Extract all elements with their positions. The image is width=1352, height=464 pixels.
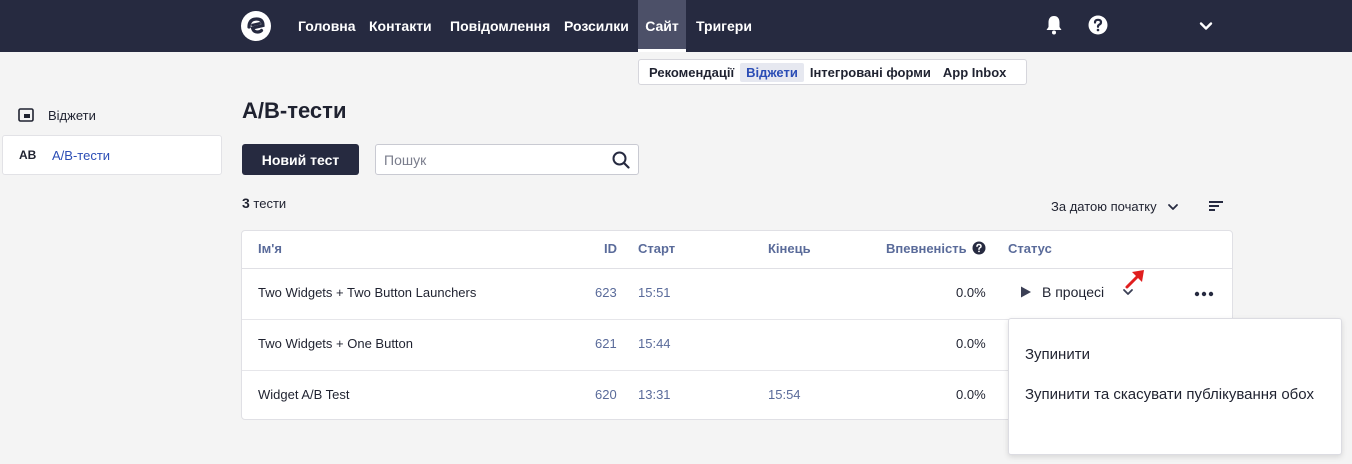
table-row[interactable]: Two Widgets + Two Button Launchers 623 1… (242, 269, 1232, 320)
top-nav: Головна Контакти Повідомлення Розсилки С… (0, 0, 1352, 52)
nav-messages[interactable]: Повідомлення (442, 0, 558, 52)
cell-confidence: 0.0% (956, 336, 986, 351)
col-header-start[interactable]: Старт (638, 241, 675, 256)
cell-start: 15:51 (638, 285, 671, 300)
cell-start: 13:31 (638, 387, 671, 402)
subnav-app-inbox[interactable]: App Inbox (937, 63, 1013, 82)
cell-name[interactable]: Widget A/B Test (258, 387, 350, 402)
menu-item-stop-unpublish[interactable]: Зупинити та скасувати публікування обох (1025, 383, 1325, 407)
col-header-end[interactable]: Кінець (768, 241, 811, 256)
sidebar-item-widgets[interactable]: Віджети (2, 95, 222, 135)
sidebar-item-ab-tests[interactable]: AB A/B-тести (2, 135, 222, 175)
chevron-down-icon[interactable] (1198, 18, 1214, 34)
cell-name[interactable]: Two Widgets + One Button (258, 336, 413, 351)
subnav-recommendations[interactable]: Рекомендації (643, 63, 740, 82)
cell-end: 15:54 (768, 387, 801, 402)
cell-name[interactable]: Two Widgets + Two Button Launchers (258, 285, 476, 300)
nav-contacts[interactable]: Контакти (361, 0, 440, 52)
sort-order-icon[interactable] (1209, 200, 1223, 212)
col-header-confidence[interactable]: Впевненість (886, 241, 967, 256)
search-input[interactable] (384, 150, 604, 170)
cell-confidence: 0.0% (956, 387, 986, 402)
subnav-widgets[interactable]: Віджети (740, 62, 804, 82)
sidebar-item-label: A/B-тести (52, 147, 111, 163)
status-select[interactable]: В процесі (1020, 284, 1134, 300)
nav-site[interactable]: Сайт (638, 0, 686, 52)
tests-count-number: 3 (242, 195, 250, 211)
help-icon[interactable] (1088, 15, 1108, 35)
cell-id: 623 (595, 285, 617, 300)
nav-campaigns[interactable]: Розсилки (556, 0, 637, 52)
widget-icon (18, 108, 48, 122)
tests-count: 3 тести (242, 195, 286, 211)
cell-id: 621 (595, 336, 617, 351)
sort-select[interactable]: За датою початку (1051, 199, 1179, 214)
ab-badge: AB (19, 148, 37, 162)
cell-id: 620 (595, 387, 617, 402)
nav-home[interactable]: Головна (290, 0, 364, 52)
subnav-embedded-forms[interactable]: Інтегровані форми (804, 63, 937, 82)
cell-start: 15:44 (638, 336, 671, 351)
cell-confidence: 0.0% (956, 285, 986, 300)
col-header-id[interactable]: ID (604, 241, 617, 256)
status-dropdown-menu: Зупинити Зупинити та скасувати публікува… (1008, 318, 1342, 455)
app-logo-icon[interactable] (240, 10, 272, 42)
new-test-button[interactable]: Новий тест (242, 144, 359, 175)
tests-count-label: тести (253, 196, 287, 211)
chevron-down-icon (1167, 203, 1178, 210)
sidebar-item-label: Віджети (48, 107, 96, 123)
col-header-status[interactable]: Статус (1008, 241, 1052, 256)
search-icon[interactable] (612, 151, 630, 169)
help-icon[interactable] (972, 241, 986, 255)
search-box[interactable] (375, 144, 639, 175)
play-icon (1021, 286, 1031, 298)
nav-triggers[interactable]: Тригери (688, 0, 760, 52)
more-options-icon[interactable] (1194, 291, 1214, 297)
annotation-arrow-icon (1125, 270, 1144, 289)
bell-icon[interactable] (1044, 14, 1064, 36)
menu-item-stop[interactable]: Зупинити (1025, 343, 1325, 367)
page-title: A/B-тести (242, 98, 347, 123)
status-label: В процесі (1042, 284, 1105, 300)
site-subnav: Рекомендації Віджети Інтегровані форми A… (638, 59, 1027, 85)
col-header-name[interactable]: Ім'я (258, 241, 282, 256)
sort-label: За датою початку (1051, 199, 1157, 214)
